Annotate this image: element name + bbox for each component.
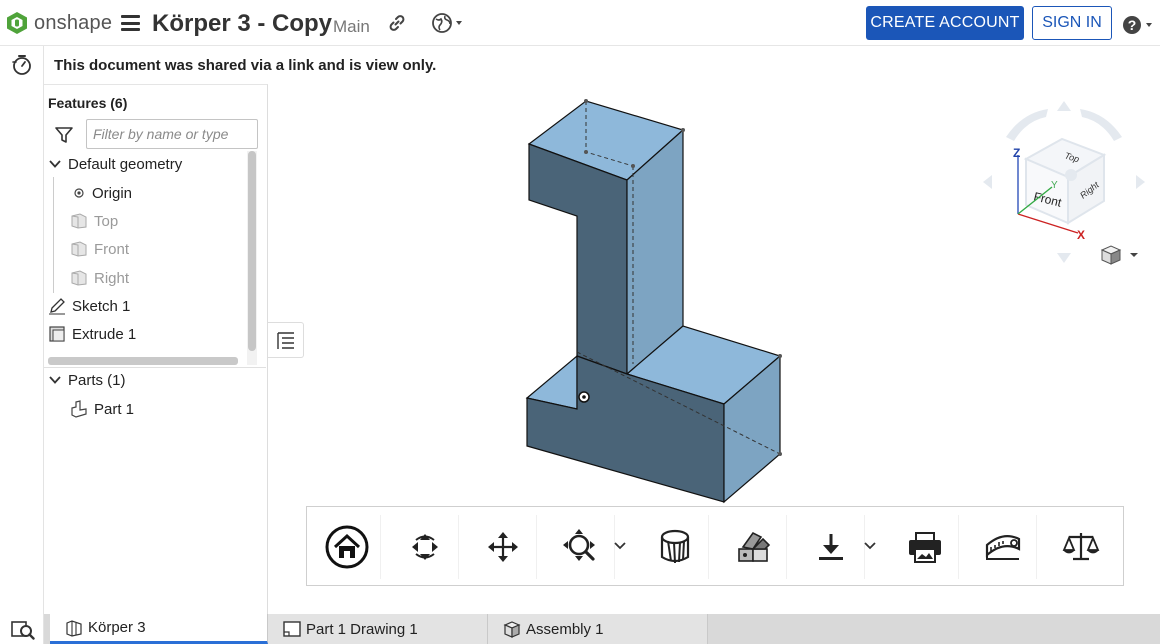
left-rail bbox=[0, 46, 44, 644]
tab-part-studio-label: Körper 3 bbox=[88, 619, 146, 636]
onshape-logo[interactable]: onshape bbox=[6, 10, 112, 36]
filter-icon[interactable] bbox=[54, 125, 74, 145]
print-icon bbox=[908, 532, 941, 563]
plane-icon bbox=[71, 270, 87, 286]
measure-icon bbox=[985, 534, 1020, 560]
help-icon[interactable]: ? bbox=[1122, 13, 1156, 35]
origin-label: Origin bbox=[92, 184, 133, 202]
logo-text: onshape bbox=[34, 11, 113, 34]
zoom-dropdown-chevron-icon[interactable] bbox=[613, 540, 627, 552]
chevron-down-icon[interactable] bbox=[48, 373, 62, 387]
tree-item-plane-right[interactable]: Right bbox=[70, 267, 129, 289]
tree-item-origin[interactable]: Origin bbox=[72, 182, 132, 204]
plane-top-label: Top bbox=[94, 212, 119, 230]
tab-assembly-label: Assembly 1 bbox=[526, 620, 604, 638]
scrollbar-thumb[interactable] bbox=[248, 151, 256, 351]
part-icon bbox=[71, 400, 87, 418]
tab-drawing[interactable]: Part 1 Drawing 1 bbox=[268, 614, 488, 644]
search-tabs-icon[interactable] bbox=[11, 620, 35, 640]
mass-properties-button[interactable] bbox=[1047, 515, 1115, 579]
default-geometry-label: Default geometry bbox=[68, 155, 183, 173]
tree-item-plane-front[interactable]: Front bbox=[70, 238, 129, 260]
sign-in-button[interactable]: SIGN IN bbox=[1032, 6, 1112, 40]
tree-guide-line bbox=[53, 177, 54, 293]
view-toolbar bbox=[306, 506, 1124, 586]
tab-part-studio[interactable]: Körper 3 bbox=[50, 614, 268, 644]
part-face-front-upper bbox=[528, 143, 628, 375]
tree-item-part[interactable]: Part 1 bbox=[70, 398, 134, 420]
rotate-view-button[interactable] bbox=[391, 515, 459, 579]
rotate-left-arrow bbox=[983, 175, 992, 189]
export-icon bbox=[818, 534, 843, 560]
plane-icon bbox=[71, 213, 87, 229]
axis-z-label: Z bbox=[1013, 146, 1020, 160]
tree-item-extrude[interactable]: Extrude 1 bbox=[48, 323, 136, 345]
plane-right-label: Right bbox=[94, 269, 130, 287]
rotate-up-arrow bbox=[1057, 101, 1071, 111]
branch-label[interactable]: Main bbox=[333, 17, 370, 37]
tab-drawing-label: Part 1 Drawing 1 bbox=[306, 620, 418, 638]
globe-icon[interactable] bbox=[431, 12, 465, 34]
create-account-button[interactable]: CREATE ACCOUNT bbox=[866, 6, 1024, 40]
extrude-label: Extrude 1 bbox=[72, 325, 137, 343]
plane-front-label: Front bbox=[94, 240, 130, 258]
parts-label: Parts (1) bbox=[68, 371, 126, 389]
menu-icon[interactable] bbox=[121, 15, 140, 31]
mass-properties-icon bbox=[1062, 533, 1100, 561]
rotate-arrow-left bbox=[1006, 109, 1048, 141]
link-icon[interactable] bbox=[387, 13, 407, 33]
default-geometry-group[interactable]: Default geometry bbox=[48, 153, 182, 175]
zoom-icon bbox=[562, 529, 595, 561]
appearance-icon bbox=[737, 531, 770, 562]
rotate-arrow-right bbox=[1080, 109, 1122, 141]
features-title: Features (6) bbox=[48, 95, 128, 111]
pan-icon bbox=[487, 532, 518, 562]
feature-list-panel: Features (6) Default geometry Origin Top… bbox=[44, 84, 268, 614]
home-icon bbox=[325, 525, 368, 569]
chevron-down-icon[interactable] bbox=[48, 157, 62, 171]
parts-group[interactable]: Parts (1) bbox=[48, 369, 126, 391]
svg-text:?: ? bbox=[1128, 17, 1137, 33]
part-3d-model[interactable] bbox=[509, 94, 809, 514]
sketch-pencil-icon bbox=[49, 298, 65, 315]
extrude-icon bbox=[49, 326, 65, 342]
sketch-label: Sketch 1 bbox=[72, 297, 131, 315]
tree-item-plane-top[interactable]: Top bbox=[70, 210, 118, 232]
view-options-cube-icon[interactable] bbox=[1098, 242, 1142, 268]
panel-divider bbox=[44, 367, 266, 368]
document-tab-bar: Körper 3 Part 1 Drawing 1 Assembly 1 bbox=[44, 614, 1160, 644]
rotate-icon bbox=[411, 534, 438, 560]
part-label: Part 1 bbox=[94, 400, 135, 418]
rotate-down-arrow bbox=[1057, 253, 1071, 263]
origin-icon bbox=[74, 188, 84, 198]
axis-y-label: Y bbox=[1051, 180, 1058, 191]
axis-x-label: X bbox=[1077, 228, 1085, 242]
export-button[interactable] bbox=[797, 515, 865, 579]
feature-list-scrollbar[interactable] bbox=[247, 151, 257, 365]
drawing-icon bbox=[283, 621, 301, 637]
feature-list-horizontal-scrollbar[interactable] bbox=[48, 357, 238, 365]
view-only-notice: This document was shared via a link and … bbox=[54, 57, 437, 74]
export-dropdown-chevron-icon[interactable] bbox=[863, 540, 877, 552]
home-view-button[interactable] bbox=[313, 515, 381, 579]
pan-view-button[interactable] bbox=[469, 515, 537, 579]
history-timer-icon[interactable] bbox=[11, 54, 33, 76]
measure-button[interactable] bbox=[969, 515, 1037, 579]
top-bar: onshape Körper 3 - Copy Main CREATE ACCO… bbox=[0, 0, 1160, 46]
part-studio-icon bbox=[66, 619, 82, 637]
appearance-button[interactable] bbox=[719, 515, 787, 579]
tree-item-sketch[interactable]: Sketch 1 bbox=[48, 295, 130, 317]
print-button[interactable] bbox=[891, 515, 959, 579]
rotate-right-arrow bbox=[1136, 175, 1145, 189]
tab-assembly[interactable]: Assembly 1 bbox=[488, 614, 708, 644]
document-title[interactable]: Körper 3 - Copy bbox=[152, 10, 332, 38]
zoom-view-button[interactable] bbox=[547, 515, 615, 579]
origin-marker bbox=[578, 391, 590, 403]
plane-icon bbox=[71, 241, 87, 257]
onshape-logo-icon bbox=[7, 12, 27, 34]
feature-filter-input[interactable] bbox=[86, 119, 258, 149]
section-view-button[interactable] bbox=[641, 515, 709, 579]
section-view-icon bbox=[660, 529, 689, 564]
assembly-icon bbox=[503, 621, 521, 638]
